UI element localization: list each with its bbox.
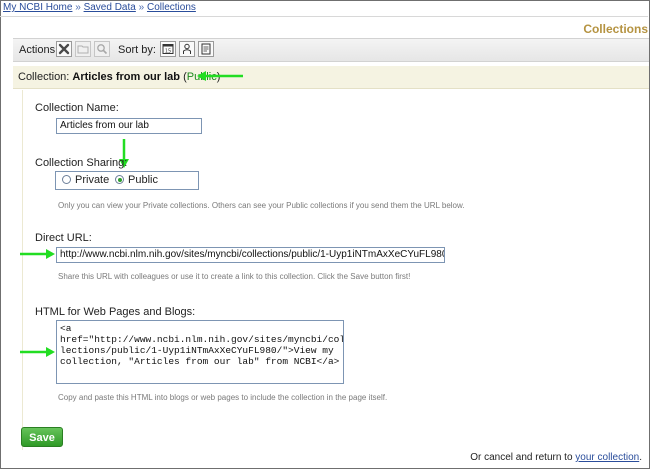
html-snippet-textarea[interactable]: <a href="http://www.ncbi.nlm.nih.gov/sit… [56,320,344,384]
direct-url-label: Direct URL: [35,232,92,244]
footer-cancel: Or cancel and return to your collection. [470,452,642,463]
private-radio-label[interactable]: Private [75,174,109,186]
collection-name-input[interactable]: Articles from our lab [56,118,202,134]
page-title: Collections [583,22,648,36]
public-radio-label[interactable]: Public [128,174,158,186]
calendar-icon: 15 [162,44,174,55]
collection-name-label: Collection Name: [35,102,119,114]
your-collection-link[interactable]: your collection [575,452,639,463]
search-button[interactable] [94,41,110,57]
breadcrumb-home-link[interactable]: My NCBI Home [3,2,72,13]
html-snippet-label: HTML for Web Pages and Blogs: [35,306,196,318]
url-hint: Share this URL with colleagues or use it… [58,272,411,281]
sharing-radio-group: Private Public [55,171,199,190]
open-folder-button[interactable] [75,41,91,57]
breadcrumb-collections-link[interactable]: Collections [147,2,196,13]
collection-sharing-label: Collection Sharing: [35,157,128,169]
breadcrumb-separator: » [138,2,145,13]
document-icon [201,43,211,55]
save-button[interactable]: Save [21,427,63,447]
actions-label: Actions: [19,44,59,56]
folder-icon [77,45,89,54]
private-radio[interactable] [62,175,71,184]
delete-x-icon [58,43,70,55]
header-divider [0,16,648,17]
sort-by-date-button[interactable]: 15 [160,41,176,57]
person-icon [183,43,191,54]
delete-button[interactable] [56,41,72,57]
collection-header: Collection: Articles from our lab (Publi… [13,66,649,89]
arrow-annotation-icon [20,249,55,259]
actions-toolbar: Actions: Sort by: 15 [13,38,649,62]
arrow-annotation-icon [197,71,243,81]
sort-by-journal-button[interactable] [198,41,214,57]
breadcrumb-separator: » [75,2,81,13]
html-hint: Copy and paste this HTML into blogs or w… [58,393,388,402]
sort-by-author-button[interactable] [179,41,195,57]
direct-url-input[interactable]: http://www.ncbi.nlm.nih.gov/sites/myncbi… [56,247,445,263]
breadcrumb-saved-data-link[interactable]: Saved Data [84,2,136,13]
breadcrumb: My NCBI Home » Saved Data » Collections [3,2,196,13]
arrow-annotation-icon [20,347,55,357]
sort-by-label: Sort by: [118,44,156,56]
sharing-hint: Only you can view your Private collectio… [58,201,465,210]
footer-text: Or cancel and return to [470,452,573,463]
magnifier-icon [97,44,108,55]
svg-text:15: 15 [165,49,171,55]
footer-period: . [639,452,642,463]
public-radio[interactable] [115,175,124,184]
collection-prefix: Collection: [18,71,70,83]
collection-name: Articles from our lab [72,71,180,83]
